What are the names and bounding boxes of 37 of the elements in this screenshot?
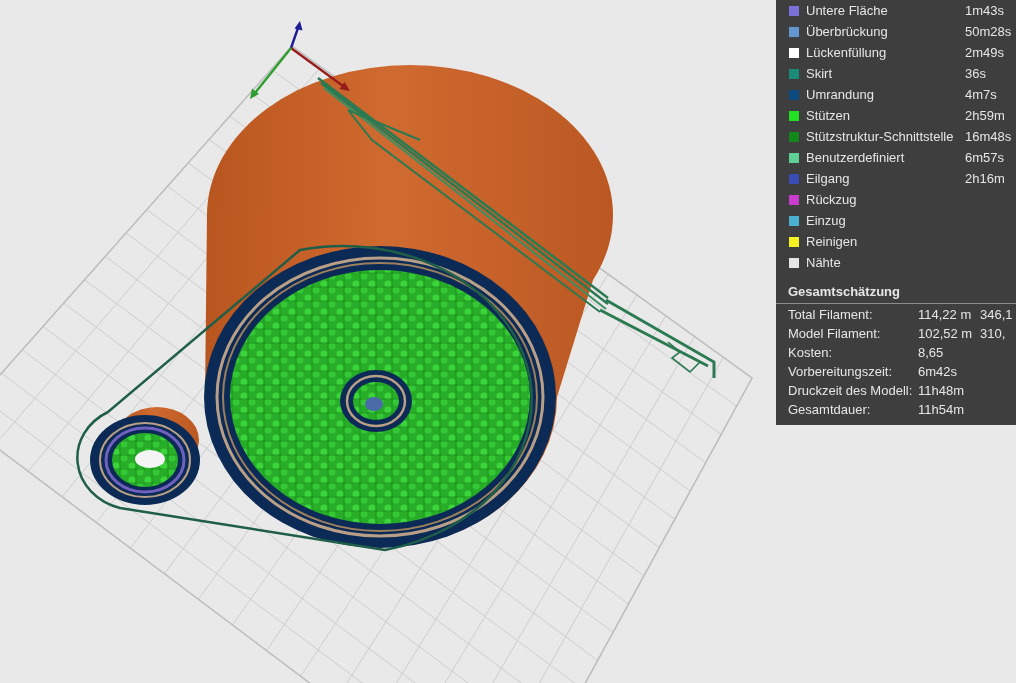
legend-label: Umrandung bbox=[806, 86, 875, 104]
stat-value: 114,22 m bbox=[918, 306, 973, 324]
stat-value: 8,65 bbox=[918, 344, 945, 362]
stat-value: 102,52 m bbox=[918, 325, 974, 343]
stat-label: Gesamtdauer: bbox=[788, 401, 872, 419]
legend-label: Einzug bbox=[806, 212, 847, 230]
stat-label: Vorbereitungszeit: bbox=[788, 363, 894, 381]
stat-label: Model Filament: bbox=[788, 325, 882, 343]
stat-label: Kosten: bbox=[788, 344, 834, 362]
legend-label: Stützstruktur-Schnittstelle bbox=[806, 128, 955, 146]
legend-label: Eilgang bbox=[806, 170, 851, 188]
legend-time: 2h59m bbox=[965, 107, 1005, 125]
legend-label: Benutzerdefiniert bbox=[806, 149, 906, 167]
legend-label: Rückzug bbox=[806, 191, 858, 209]
stat-label: Druckzeit des Modell: bbox=[788, 382, 914, 400]
legend-time: 6m57s bbox=[965, 149, 1005, 167]
stat-value: 346,1 bbox=[980, 306, 1013, 324]
legend-label: Untere Fläche bbox=[806, 2, 889, 20]
legend-time: 50m28s bbox=[965, 23, 1012, 41]
legend-label: Nähte bbox=[806, 254, 842, 272]
stat-value: 11h48m bbox=[918, 382, 965, 400]
legend-time: 16m48s bbox=[965, 128, 1012, 146]
stat-value: 11h54m bbox=[918, 401, 965, 419]
stat-label: Total Filament: bbox=[788, 306, 874, 324]
legend-time: 2m49s bbox=[965, 44, 1005, 62]
stat-value: 310, bbox=[980, 325, 1006, 343]
legend-label: Überbrückung bbox=[806, 23, 889, 41]
legend-label: Stützen bbox=[806, 107, 852, 125]
legend-time: 4m7s bbox=[965, 86, 997, 104]
legend-time: 1m43s bbox=[965, 2, 1005, 20]
stat-value: 6m42s bbox=[918, 363, 959, 381]
legend-time: 36s bbox=[965, 65, 986, 83]
legend-label: Skirt bbox=[806, 65, 833, 83]
legend-label: Lückenfüllung bbox=[806, 44, 888, 62]
summary-title: Gesamtschätzung bbox=[776, 281, 1016, 304]
legend-label: Reinigen bbox=[806, 233, 859, 251]
legend-time: 2h16m bbox=[965, 170, 1005, 188]
